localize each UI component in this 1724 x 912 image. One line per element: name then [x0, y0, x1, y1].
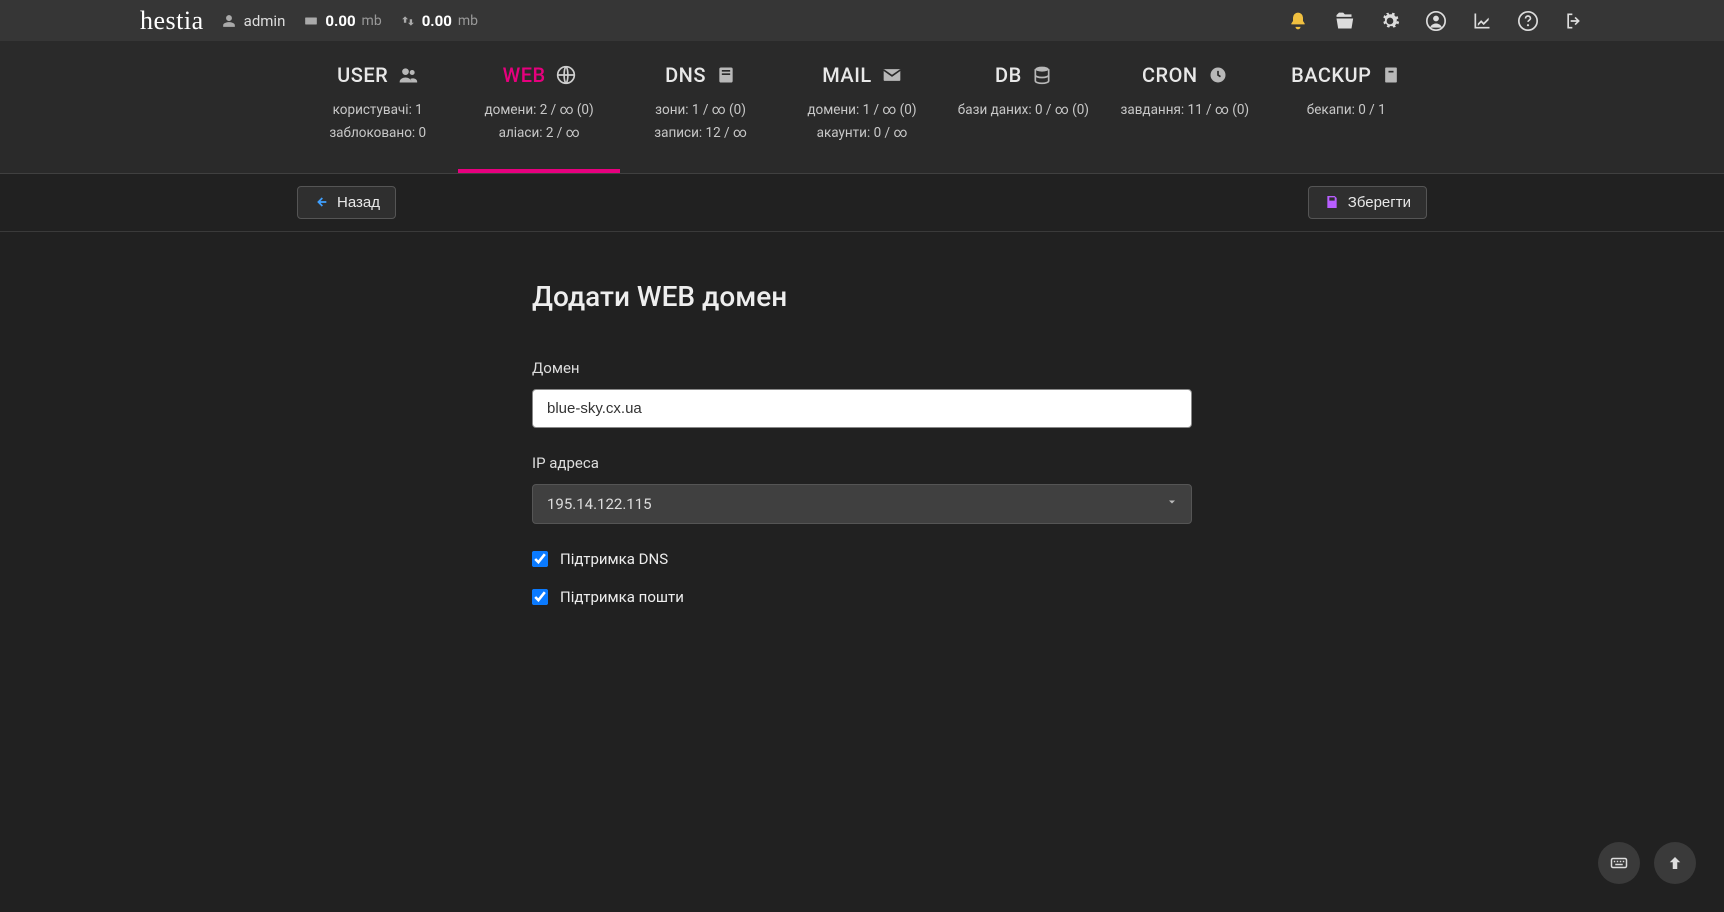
clock-icon [1208, 65, 1228, 85]
nav-user[interactable]: USER користувачі: 1 заблоковано: 0 [297, 41, 458, 173]
nav-user-title: USER [337, 63, 388, 87]
settings-icon[interactable] [1380, 11, 1400, 31]
account-icon[interactable] [1426, 11, 1446, 31]
logout-icon[interactable] [1564, 11, 1584, 31]
nav-web-title: WEB [503, 63, 546, 87]
globe-icon [556, 65, 576, 85]
archive-icon [1381, 65, 1401, 85]
floating-actions [1598, 842, 1696, 884]
brand-logo[interactable]: hestia [140, 6, 204, 36]
domain-label: Домен [532, 359, 1192, 377]
nav-dns-title: DNS [665, 63, 706, 87]
domain-input[interactable] [532, 389, 1192, 428]
nav-db-title: DB [995, 63, 1022, 87]
ip-label: IP адреса [532, 454, 1192, 472]
nav-dns-line1: зони: 1 / ∞ (0) [628, 99, 773, 122]
user-name: admin [244, 12, 286, 30]
form-body: Додати WEB домен Домен IP адреса 195.14.… [0, 232, 1724, 706]
field-ip: IP адреса 195.14.122.115 [532, 454, 1192, 524]
mail-support-label[interactable]: Підтримка пошти [560, 588, 684, 606]
nav-mail-line1: домени: 1 / ∞ (0) [789, 99, 934, 122]
back-label: Назад [337, 194, 380, 211]
nav-backup-title: BACKUP [1291, 63, 1371, 87]
nav-dns-line2: записи: 12 / ∞ [628, 122, 773, 145]
dns-support-label[interactable]: Підтримка DNS [560, 550, 668, 568]
action-bar: Назад Зберегти [0, 174, 1724, 232]
mail-support-checkbox[interactable] [532, 589, 548, 605]
nav-web-line1: домени: 2 / ∞ (0) [466, 99, 611, 122]
dns-support-row: Підтримка DNS [532, 550, 1192, 568]
files-icon[interactable] [1334, 11, 1354, 31]
save-button[interactable]: Зберегти [1308, 186, 1427, 219]
nav-backup[interactable]: BACKUP бекапи: 0 / 1 [1266, 41, 1427, 173]
dns-support-checkbox[interactable] [532, 551, 548, 567]
nav-user-line1: користувачі: 1 [305, 99, 450, 122]
main-nav: USER користувачі: 1 заблоковано: 0 WEB д… [0, 41, 1724, 174]
nav-web[interactable]: WEB домени: 2 / ∞ (0) аліаси: 2 / ∞ [458, 41, 619, 173]
scroll-top-button[interactable] [1654, 842, 1696, 884]
nav-user-line2: заблоковано: 0 [305, 122, 450, 145]
save-icon [1324, 194, 1340, 210]
bw-unit: mb [458, 13, 478, 29]
mail-support-row: Підтримка пошти [532, 588, 1192, 606]
nav-db-line1: бази даних: 0 / ∞ (0) [951, 99, 1096, 122]
nav-mail[interactable]: MAIL домени: 1 / ∞ (0) акаунти: 0 / ∞ [781, 41, 942, 173]
nav-mail-title: MAIL [822, 63, 871, 87]
topbar: hestia admin 0.00 mb 0.00 mb [0, 0, 1724, 41]
notifications-icon[interactable] [1288, 11, 1308, 31]
nav-backup-line1: бекапи: 0 / 1 [1274, 99, 1419, 122]
transfer-icon [400, 14, 416, 28]
disk-value: 0.00 [325, 12, 355, 30]
database-icon [1032, 65, 1052, 85]
nav-cron[interactable]: CRON завдання: 11 / ∞ (0) [1104, 41, 1265, 173]
nav-mail-line2: акаунти: 0 / ∞ [789, 122, 934, 145]
keyboard-icon [1610, 854, 1628, 872]
keyboard-shortcuts-button[interactable] [1598, 842, 1640, 884]
save-label: Зберегти [1348, 194, 1411, 211]
bandwidth-usage: 0.00 mb [400, 12, 478, 30]
users-icon [398, 65, 418, 85]
user-chip[interactable]: admin [222, 12, 286, 30]
disk-icon [303, 14, 319, 28]
bw-value: 0.00 [422, 12, 452, 30]
disk-usage: 0.00 mb [303, 12, 381, 30]
nav-cron-line1: завдання: 11 / ∞ (0) [1112, 99, 1257, 122]
nav-web-line2: аліаси: 2 / ∞ [466, 122, 611, 145]
mail-icon [882, 65, 902, 85]
ip-select[interactable]: 195.14.122.115 [532, 484, 1192, 524]
user-icon [222, 14, 236, 28]
stats-icon[interactable] [1472, 11, 1492, 31]
dns-icon [716, 65, 736, 85]
field-domain: Домен [532, 359, 1192, 428]
arrow-left-icon [313, 194, 329, 210]
page-title: Додати WEB домен [532, 280, 1192, 313]
back-button[interactable]: Назад [297, 186, 396, 219]
nav-cron-title: CRON [1142, 63, 1198, 87]
arrow-up-icon [1666, 854, 1684, 872]
disk-unit: mb [362, 13, 382, 29]
nav-db[interactable]: DB бази даних: 0 / ∞ (0) [943, 41, 1104, 173]
nav-dns[interactable]: DNS зони: 1 / ∞ (0) записи: 12 / ∞ [620, 41, 781, 173]
help-icon[interactable] [1518, 11, 1538, 31]
